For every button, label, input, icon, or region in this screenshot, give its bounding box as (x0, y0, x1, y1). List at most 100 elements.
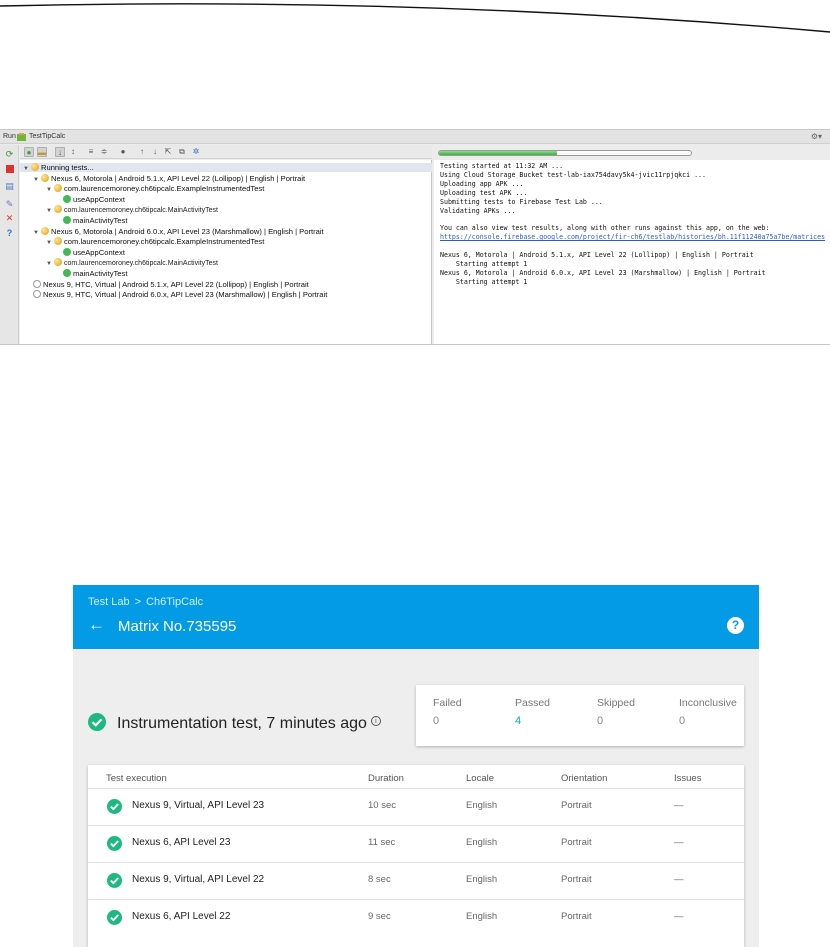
close-icon[interactable]: ✕ (4, 213, 15, 224)
tree-node[interactable]: useAppContext (63, 194, 125, 205)
tree-node-label: Nexus 6, Motorola | Android 6.0.x, API L… (51, 226, 324, 236)
tree-expand-arrow-icon[interactable]: ▼ (23, 164, 31, 175)
table-row[interactable]: Nexus 6, API Level 22 9 sec English Portrai… (88, 899, 744, 936)
tree-node[interactable]: Nexus 9, HTC, Virtual | Android 5.1.x, A… (33, 279, 309, 290)
firebase-test-lab-panel: Test Lab > Ch6TipCalc ← Matrix No.735595 ?… (73, 585, 759, 947)
import-icon[interactable]: ⧉ (177, 147, 187, 157)
console-line: Submitting tests to Firebase Test Lab ..… (440, 197, 603, 206)
back-arrow-icon[interactable]: ← (88, 615, 108, 635)
table-row[interactable]: Nexus 6, API Level 23 11 sec English Portra… (88, 825, 744, 862)
test-status-pass-icon (63, 247, 71, 256)
cell-locale: English (466, 874, 498, 885)
cell-duration: 10 sec (368, 800, 396, 811)
tree-node[interactable]: ▼ Nexus 6, Motorola | Android 6.0.x, API … (33, 226, 324, 237)
tree-node-label: Nexus 9, HTC, Virtual | Android 5.1.x, A… (43, 279, 309, 289)
help-icon[interactable]: ? (727, 617, 744, 634)
column-header[interactable]: Issues (674, 773, 701, 784)
cell-duration: 11 sec (368, 837, 396, 848)
test-status-pass-icon (63, 216, 71, 224)
tree-expand-arrow-icon[interactable]: ▼ (33, 228, 41, 239)
tree-node-label: Running tests... (41, 163, 94, 172)
tree-node[interactable]: mainActivityTest (63, 215, 127, 226)
summary-title-text: Instrumentation test, 7 minutes ago (117, 715, 367, 732)
test-status-pending-icon (54, 237, 62, 246)
summary-title: Instrumentation test, 7 minutes ago i (88, 713, 381, 733)
console-line: Nexus 6, Motorola | Android 5.1.x, API L… (440, 251, 754, 259)
stat-label: Failed (433, 697, 462, 709)
passed-check-icon (107, 836, 122, 851)
results-url-link[interactable]: https://console.firebase.google.com/proj… (440, 233, 825, 241)
test-status-pending-icon (41, 173, 49, 182)
passed-check-icon (107, 873, 122, 888)
sort-alpha-icon[interactable]: ↓ (55, 147, 65, 157)
tree-node-label: Nexus 6, Motorola | Android 5.1.x, API L… (51, 173, 306, 183)
console-line: Starting attempt 1 (440, 277, 528, 286)
console-line: Using Cloud Storage Bucket test-lab-iax7… (440, 170, 706, 179)
cell-name: Nexus 6, API Level 23 (132, 837, 231, 848)
tree-node-label: Nexus 9, HTC, Virtual | Android 6.0.x, A… (43, 290, 328, 300)
track-running-icon[interactable]: ● (118, 147, 128, 157)
cell-locale: English (466, 800, 498, 811)
test-console-output[interactable]: Testing started at 11:32 AM ... Using Clo… (434, 160, 830, 344)
page-title: Matrix No.735595 (118, 618, 237, 635)
next-failed-icon[interactable]: ↓ (150, 147, 160, 157)
info-icon[interactable]: i (370, 716, 381, 726)
tree-expand-arrow-icon[interactable]: ▼ (46, 185, 54, 196)
test-results-tree: ▼ Running tests... ▼ Nexus 6, Motorola | An… (20, 160, 432, 344)
rerun-icon[interactable]: ⟳ (4, 149, 15, 160)
prev-failed-icon[interactable]: ↑ (137, 147, 147, 157)
gear-icon[interactable]: ⚙▾ (811, 130, 822, 144)
test-status-wait-icon (33, 290, 41, 299)
tree-node[interactable]: ▼ Nexus 6, Motorola | Android 5.1.x, API … (33, 173, 305, 184)
expand-all-icon[interactable]: ≡ (86, 147, 96, 157)
console-line: Validating APKs ... (440, 206, 516, 215)
tree-node[interactable]: ▼ com.laurencemoroney.ch6tipcalc.MainActi… (46, 204, 218, 215)
cell-issues: — (674, 800, 684, 811)
column-header[interactable]: Orientation (561, 773, 607, 784)
show-passed-icon[interactable]: ● (24, 147, 34, 157)
test-status-pass-icon (63, 194, 71, 203)
column-header[interactable]: Locale (466, 773, 494, 784)
tree-expand-arrow-icon[interactable]: ▼ (46, 259, 54, 270)
stat-value: 0 (433, 715, 440, 727)
run-config-name[interactable]: TestTipCalc (29, 130, 65, 144)
collapse-all-icon[interactable]: ≑ (99, 147, 109, 157)
breadcrumb-separator: > (134, 596, 142, 608)
export-icon[interactable]: ⇱ (163, 147, 173, 157)
settings-icon[interactable]: ✲ (191, 147, 201, 157)
passed-check-icon (107, 910, 122, 925)
tree-node[interactable]: ▼ Running tests... (23, 162, 94, 173)
cell-orientation: Portrait (561, 837, 592, 848)
stat-skipped: Skipped 0 (597, 697, 635, 727)
outcome-stats-card: Failed 0 Passed 4 Skipped 0 Inconclusive 0 (416, 685, 744, 746)
breadcrumb-app[interactable]: Ch6TipCalc (146, 596, 203, 608)
tree-node[interactable]: ▼ com.laurencemoroney.ch6tipcalc.MainActi… (46, 257, 218, 268)
pin-icon[interactable]: ✎ (4, 199, 15, 210)
layout-icon[interactable]: ▤ (4, 181, 15, 192)
tree-node[interactable]: ▼ com.laurencemoroney.ch6tipcalc.ExampleI… (46, 183, 264, 194)
show-ignored-icon[interactable]: ▬ (37, 147, 47, 157)
test-tree-toolbar: ● ▬ ↓ ↕ ≡ ≑ ● ↑ ↓ ⇱ ⧉ ✲ (20, 145, 432, 159)
tree-expand-arrow-icon[interactable]: ▼ (46, 206, 54, 217)
cell-name: Nexus 6, API Level 22 (132, 911, 231, 922)
breadcrumb-test-lab[interactable]: Test Lab (88, 596, 130, 608)
tree-expand-arrow-icon[interactable]: ▼ (33, 175, 41, 186)
tree-node[interactable]: Nexus 9, HTC, Virtual | Android 6.0.x, A… (33, 289, 327, 300)
table-row[interactable]: Nexus 9, Virtual, API Level 23 10 sec Engl… (88, 788, 744, 825)
stop-icon[interactable] (4, 164, 15, 175)
column-header[interactable]: Duration (368, 773, 404, 784)
tree-node-label: com.laurencemoroney.ch6tipcalc.MainActiv… (64, 207, 218, 215)
page-curve-decoration (0, 3, 830, 33)
tree-expand-arrow-icon[interactable]: ▼ (46, 238, 54, 249)
sort-duration-icon[interactable]: ↕ (68, 147, 78, 157)
help-icon[interactable]: ? (4, 228, 15, 239)
cell-duration: 9 sec (368, 911, 391, 922)
stat-value: 4 (515, 715, 522, 727)
test-progress-fill (439, 151, 558, 155)
test-status-pending-icon (54, 258, 62, 267)
table-row[interactable]: Nexus 9, Virtual, API Level 22 8 sec Engli… (88, 862, 744, 899)
column-header[interactable]: Test execution (106, 773, 167, 784)
tree-node[interactable]: mainActivityTest (63, 268, 127, 279)
tree-node[interactable]: ▼ com.laurencemoroney.ch6tipcalc.ExampleI… (46, 236, 264, 247)
tree-node[interactable]: useAppContext (63, 247, 125, 258)
